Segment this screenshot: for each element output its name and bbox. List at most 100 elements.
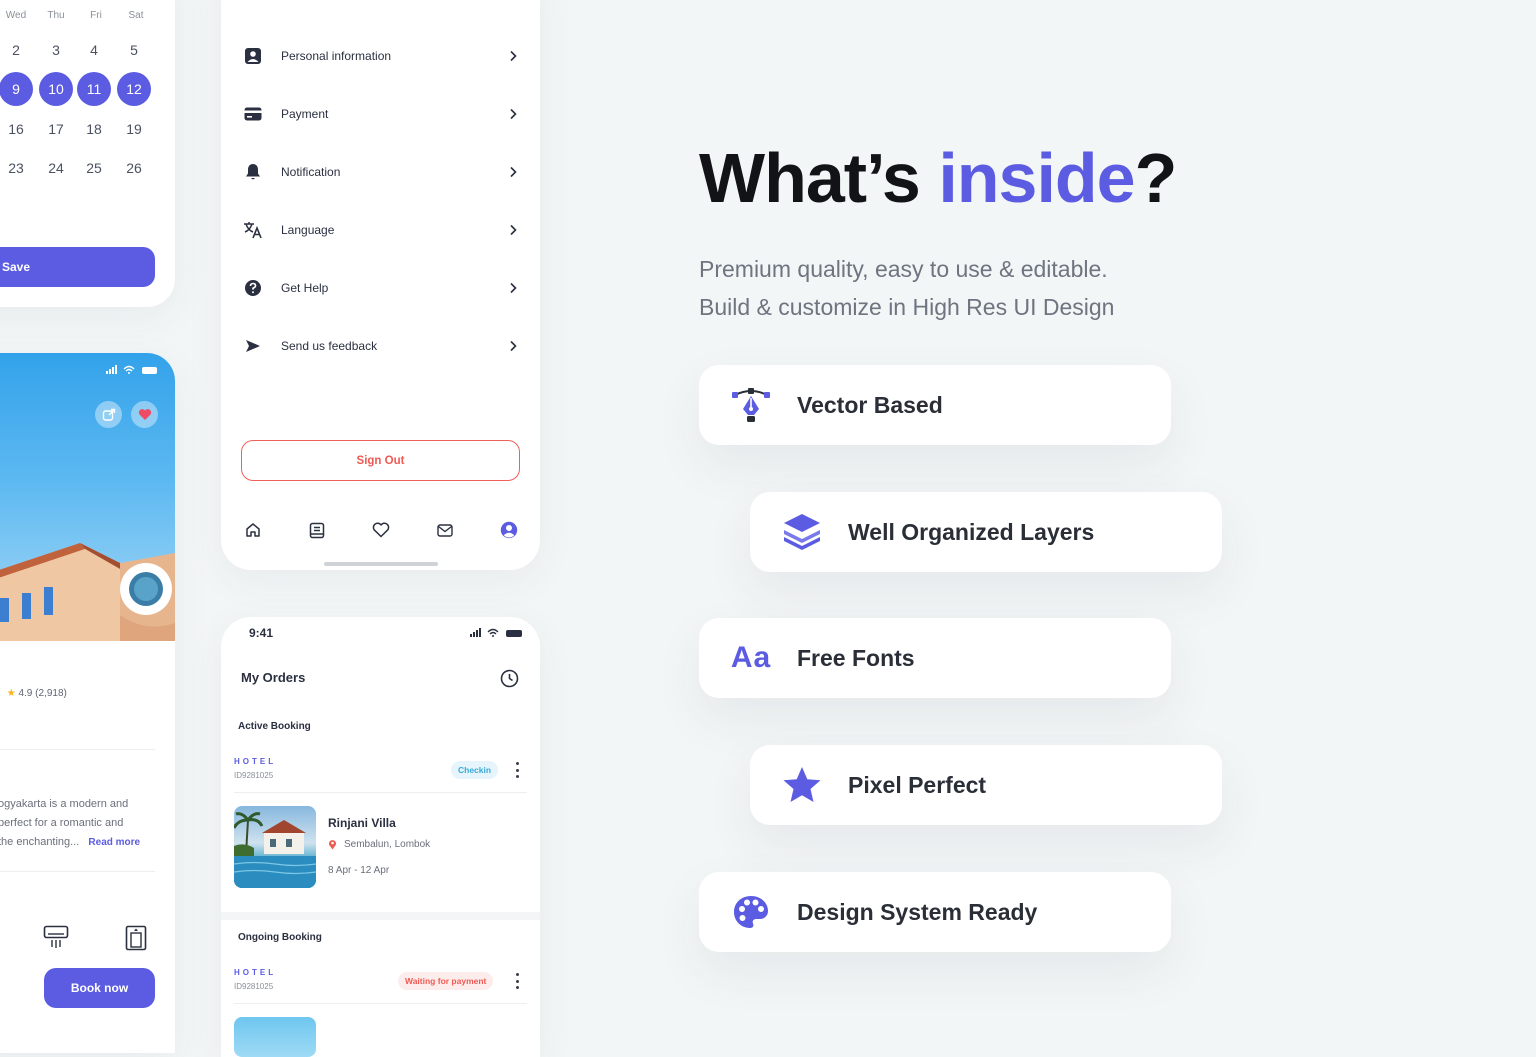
- status-time: 9:41: [249, 626, 274, 640]
- sign-out-button[interactable]: Sign Out: [241, 440, 520, 481]
- menu-item-label: Personal information: [281, 49, 392, 63]
- menu-item-payment[interactable]: Payment: [241, 97, 521, 131]
- calendar-day-selected[interactable]: 9: [0, 72, 33, 106]
- book-now-button[interactable]: Book now: [44, 968, 155, 1008]
- villa-image: [234, 812, 316, 888]
- status-bar-icons: [106, 365, 157, 374]
- nav-bookings[interactable]: [306, 519, 328, 541]
- description-line: the enchanting... Read more: [0, 836, 140, 848]
- menu-item-label: Language: [281, 223, 335, 237]
- pen-tool-icon: [727, 381, 775, 429]
- calendar-day[interactable]: 5: [117, 33, 151, 67]
- calendar-day-selected[interactable]: 12: [117, 72, 151, 106]
- share-icon: [102, 408, 115, 421]
- weekday-label: Thu: [47, 10, 65, 21]
- more-options-icon[interactable]: [512, 973, 522, 989]
- booking-photo[interactable]: [234, 1017, 316, 1057]
- booking-type: HOTEL: [234, 968, 277, 977]
- calendar-day[interactable]: 18: [77, 112, 111, 146]
- weekday-label: Wed: [5, 10, 27, 21]
- menu-item-get-help[interactable]: Get Help: [241, 271, 521, 305]
- feature-free-fonts: Aa Free Fonts: [699, 618, 1171, 698]
- font-icon: Aa: [727, 634, 775, 682]
- booking-dates: 8 Apr - 12 Apr: [328, 865, 390, 876]
- headline-accent: inside: [938, 139, 1135, 217]
- headline-prefix: What’s: [699, 139, 939, 217]
- calendar-day[interactable]: 3: [39, 33, 73, 67]
- send-icon: [241, 334, 265, 358]
- calendar-day-selected[interactable]: 10: [39, 72, 73, 106]
- share-button[interactable]: [95, 401, 122, 428]
- divider: [234, 792, 527, 793]
- rating-value: 4.9 (2,918): [18, 688, 67, 699]
- hotel-detail-card: engah · ★ 4.9 (2,918) ogyakarta is a mod…: [0, 353, 175, 1053]
- layers-icon: [778, 508, 826, 556]
- feature-pixel-perfect: Pixel Perfect: [750, 745, 1222, 825]
- calendar-day-selected[interactable]: 11: [77, 72, 111, 106]
- calendar-day[interactable]: 4: [77, 33, 111, 67]
- chevron-right-icon: [505, 280, 521, 296]
- weekday-label: Fri: [90, 10, 102, 21]
- star-icon: ★: [6, 688, 16, 699]
- status-badge: Waiting for payment: [398, 972, 494, 990]
- more-options-icon[interactable]: [512, 762, 522, 778]
- menu-item-label: Get Help: [281, 281, 329, 295]
- headline-suffix: ?: [1134, 139, 1178, 217]
- section-label-ongoing: Ongoing Booking: [238, 932, 322, 943]
- profile-icon: [500, 521, 518, 539]
- calendar-card: Wed Thu Fri Sat 2 3 4 5 9 10 11 12 16 17…: [0, 0, 175, 307]
- chevron-right-icon: [505, 222, 521, 238]
- booking-id: ID9281025: [234, 771, 274, 780]
- hotel-photo: [0, 353, 175, 641]
- save-button[interactable]: Save: [0, 247, 155, 287]
- nav-messages[interactable]: [434, 519, 456, 541]
- feature-label: Pixel Perfect: [848, 771, 987, 798]
- villa-location: Sembalun, Lombok: [328, 839, 430, 850]
- page-title: My Orders: [241, 670, 306, 685]
- calendar-day[interactable]: 16: [0, 112, 33, 146]
- subtitle-line: Build & customize in High Res UI Design: [699, 294, 1115, 320]
- feature-vector-based: Vector Based: [699, 365, 1171, 445]
- villa-photo[interactable]: [234, 806, 316, 888]
- nav-home[interactable]: [242, 519, 264, 541]
- my-orders-card: 9:41 My Orders Active Booking HOTEL ID92…: [221, 617, 540, 1057]
- calendar-day[interactable]: 26: [117, 151, 151, 185]
- translate-icon: [241, 218, 265, 242]
- font-glyph: Aa: [730, 641, 772, 674]
- menu-item-language[interactable]: Language: [241, 213, 521, 247]
- book-icon: [309, 522, 325, 538]
- profile-menu-card: Personal information Payment Notificatio…: [221, 0, 540, 570]
- description-text: the enchanting...: [0, 836, 80, 848]
- history-clock-icon[interactable]: [500, 669, 519, 688]
- rating-line: engah · ★ 4.9 (2,918): [0, 688, 67, 699]
- divider: [0, 871, 155, 872]
- booking-id: ID9281025: [234, 982, 274, 991]
- read-more-link[interactable]: Read more: [88, 837, 140, 848]
- calendar-day[interactable]: 2: [0, 33, 33, 67]
- section-label-active: Active Booking: [238, 721, 311, 732]
- favorite-button[interactable]: [131, 401, 158, 428]
- star-icon: [778, 761, 826, 809]
- menu-item-notification[interactable]: Notification: [241, 155, 521, 189]
- calendar-day[interactable]: 25: [77, 151, 111, 185]
- calendar-day[interactable]: 23: [0, 151, 33, 185]
- calendar-day[interactable]: 17: [39, 112, 73, 146]
- divider: [234, 1003, 527, 1004]
- air-conditioner-icon: [43, 925, 69, 948]
- divider: [0, 749, 155, 750]
- booking-type: HOTEL: [234, 757, 277, 766]
- calendar-day[interactable]: 19: [117, 112, 151, 146]
- villa-name[interactable]: Rinjani Villa: [328, 816, 396, 830]
- calendar-day[interactable]: 24: [39, 151, 73, 185]
- feature-design-system-ready: Design System Ready: [699, 872, 1171, 952]
- location-pin-icon: [329, 840, 336, 850]
- menu-item-send-feedback[interactable]: Send us feedback: [241, 329, 521, 363]
- nav-favorites[interactable]: [370, 519, 392, 541]
- menu-item-label: Payment: [281, 107, 329, 121]
- nav-profile[interactable]: [498, 519, 520, 541]
- feature-label: Design System Ready: [797, 898, 1038, 925]
- description-line: perfect for a romantic and: [0, 817, 124, 829]
- elevator-icon: [125, 925, 147, 951]
- menu-item-personal-information[interactable]: Personal information: [241, 39, 521, 73]
- mail-icon: [437, 523, 453, 537]
